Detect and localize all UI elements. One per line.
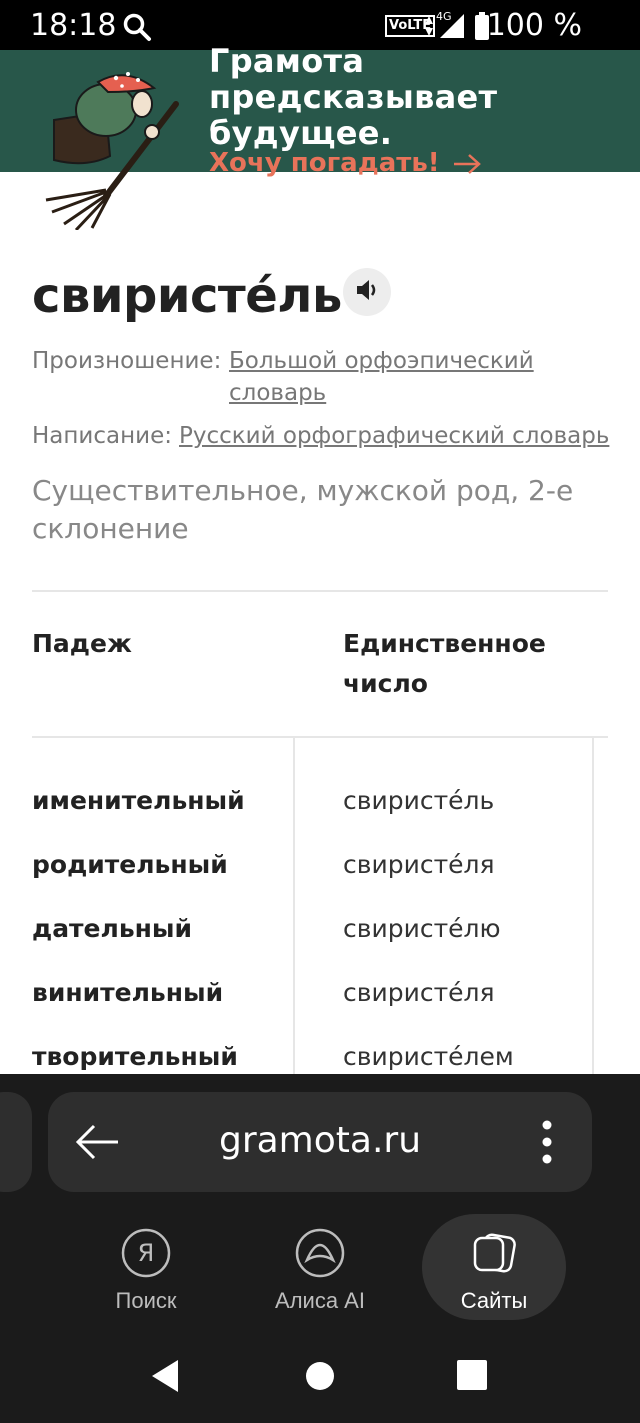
headword-title: свиристе́ль (32, 268, 342, 324)
column-divider-right (592, 738, 594, 1078)
browser-bottom-bar: gramota.ru Я Поиск Алиса AI Сайты (0, 1074, 640, 1423)
pronunciation-label: Произношение: (32, 348, 222, 374)
table-header-divider (32, 736, 608, 738)
tab-search[interactable]: Я Поиск (74, 1214, 218, 1320)
banner-cta-link[interactable]: Хочу погадать! (209, 148, 440, 178)
tab-label: Сайты (460, 1288, 528, 1313)
status-time: 18:18 (30, 8, 117, 43)
case-form: свиристе́ля (343, 978, 495, 1007)
tab-label: Поиск (115, 1288, 177, 1313)
column-header-singular-cont: число (343, 669, 428, 698)
banner-line-2: предсказывает (209, 78, 498, 116)
nav-back-icon[interactable] (150, 1358, 180, 1399)
yandex-icon: Я (121, 1228, 171, 1278)
promo-banner[interactable]: Грамота предсказывает будущее. Хочу пога… (0, 42, 640, 232)
case-name: винительный (32, 978, 224, 1007)
speaker-icon (354, 277, 380, 308)
case-form: свиристе́ль (343, 786, 495, 815)
column-divider (293, 738, 295, 1078)
tab-sites[interactable]: Сайты (422, 1214, 566, 1320)
url-text[interactable]: gramota.ru (48, 1120, 592, 1161)
search-icon (122, 12, 152, 47)
svg-text:Я: Я (138, 1239, 155, 1267)
system-navigation (0, 1340, 640, 1423)
tab-label: Алиса AI (275, 1288, 365, 1313)
case-form: свиристе́лем (343, 1042, 514, 1071)
signal-icon (438, 14, 466, 43)
banner-line-3: будущее. (209, 114, 393, 152)
case-form: свиристе́ля (343, 850, 495, 879)
column-header-singular: Единственное (343, 629, 546, 658)
play-audio-button[interactable] (343, 268, 391, 316)
alice-icon (295, 1228, 345, 1278)
case-name: родительный (32, 850, 228, 879)
tabs-icon (469, 1228, 519, 1278)
spelling-dictionary-link[interactable]: Русский орфографический словарь (179, 420, 609, 452)
pronunciation-dictionary-link-cont[interactable]: словарь (229, 377, 326, 409)
battery-percent: 100 % (486, 8, 582, 43)
banner-line-1: Грамота (209, 42, 365, 80)
nav-home-icon[interactable] (306, 1362, 334, 1395)
case-name: дательный (32, 914, 193, 943)
previous-tab-edge[interactable] (0, 1092, 32, 1192)
spelling-label: Написание: (32, 423, 172, 449)
column-header-case: Падеж (32, 629, 132, 658)
case-form: свиристе́лю (343, 914, 501, 943)
arrow-right-icon (452, 152, 482, 181)
divider (32, 590, 608, 592)
case-name: именительный (32, 786, 245, 815)
more-menu-icon[interactable] (542, 1120, 552, 1169)
case-name: творительный (32, 1042, 238, 1071)
tab-alice[interactable]: Алиса AI (248, 1214, 392, 1320)
address-bar[interactable]: gramota.ru (48, 1092, 592, 1192)
data-arrows-icon (424, 14, 434, 43)
pronunciation-dictionary-link[interactable]: Большой орфоэпический (229, 345, 534, 377)
witch-illustration-icon (36, 60, 196, 235)
part-of-speech: Существительное, мужской род, 2-е склоне… (32, 474, 574, 545)
nav-recents-icon[interactable] (457, 1360, 487, 1395)
